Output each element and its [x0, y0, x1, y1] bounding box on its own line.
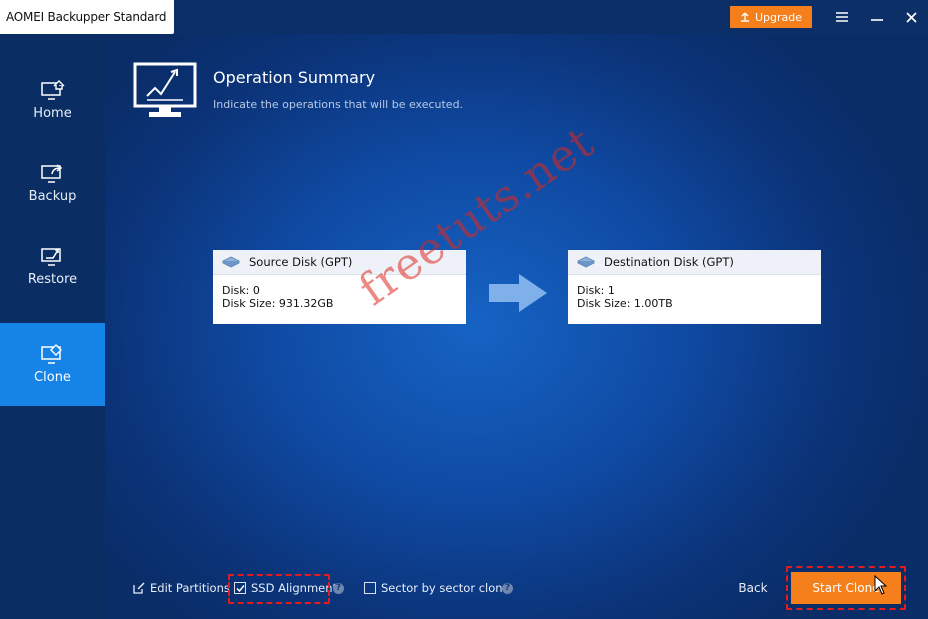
sidebar-item-backup[interactable]: Backup [0, 142, 105, 225]
menu-button[interactable] [831, 7, 853, 27]
close-icon [905, 11, 917, 23]
destination-disk-title: Destination Disk (GPT) [604, 255, 734, 269]
app-title: AOMEI Backupper Standard [0, 0, 175, 34]
title-bar: AOMEI Backupper Standard Upgrade [0, 0, 928, 34]
sidebar-item-label: Home [33, 106, 72, 121]
sidebar-item-clone[interactable]: Clone [0, 323, 105, 406]
main-panel: Operation Summary Indicate the operation… [105, 34, 928, 619]
upgrade-label: Upgrade [754, 10, 803, 24]
sidebar-item-restore[interactable]: Restore [0, 225, 105, 308]
close-button[interactable] [900, 7, 922, 27]
minimize-button[interactable] [866, 7, 888, 27]
page-subtitle: Indicate the operations that will be exe… [213, 98, 464, 111]
minimize-icon [871, 19, 883, 21]
home-monitor-icon [40, 80, 64, 100]
destination-disk-size: Disk Size: 1.00TB [577, 297, 673, 310]
source-disk-card: Source Disk (GPT) Disk: 0 Disk Size: 931… [213, 250, 466, 324]
restore-monitor-icon [40, 248, 61, 266]
sidebar-item-label: Backup [28, 189, 77, 204]
sector-by-sector-label: Sector by sector clone [381, 581, 510, 595]
source-disk-number: Disk: 0 [222, 284, 260, 297]
sector-by-sector-option[interactable]: Sector by sector clone [364, 580, 510, 596]
sidebar-item-label: Restore [27, 272, 78, 287]
edit-partitions-label: Edit Partitions [150, 581, 230, 595]
ssd-alignment-help-icon[interactable]: ? [333, 583, 344, 594]
backup-monitor-icon [40, 164, 62, 183]
edit-partitions-button[interactable]: Edit Partitions [133, 580, 230, 596]
destination-disk-number: Disk: 1 [577, 284, 615, 297]
mouse-cursor-icon [874, 575, 888, 595]
sidebar-item-label: Clone [34, 370, 71, 385]
upgrade-arrow-icon [740, 12, 749, 22]
sector-by-sector-checkbox[interactable] [364, 582, 376, 594]
hamburger-menu-icon [836, 12, 848, 22]
disk-icon [222, 256, 240, 268]
app-window: AOMEI Backupper Standard Upgrade Home Ba… [0, 0, 928, 619]
disk-icon [577, 256, 595, 268]
operation-summary-monitor-icon [133, 62, 197, 117]
destination-disk-card: Destination Disk (GPT) Disk: 1 Disk Size… [568, 250, 821, 324]
ssd-alignment-label: SSD Alignment [251, 581, 338, 595]
source-disk-size: Disk Size: 931.32GB [222, 297, 334, 310]
source-disk-header: Source Disk (GPT) [213, 250, 466, 275]
sidebar-item-home[interactable]: Home [0, 59, 105, 142]
edit-icon [133, 582, 145, 594]
ssd-alignment-option[interactable]: SSD Alignment [234, 580, 337, 596]
sector-by-sector-help-icon[interactable]: ? [502, 583, 513, 594]
ssd-alignment-checkbox[interactable] [234, 582, 246, 594]
back-button[interactable]: Back [735, 579, 771, 597]
arrow-right-icon [489, 274, 547, 312]
page-title: Operation Summary [213, 68, 376, 87]
checkmark-icon [235, 584, 245, 592]
upgrade-button[interactable]: Upgrade [730, 6, 812, 28]
sidebar: Home Backup Restore Clone [0, 34, 105, 619]
source-disk-title: Source Disk (GPT) [249, 255, 353, 269]
destination-disk-header: Destination Disk (GPT) [568, 250, 821, 275]
clone-monitor-icon [40, 344, 62, 364]
